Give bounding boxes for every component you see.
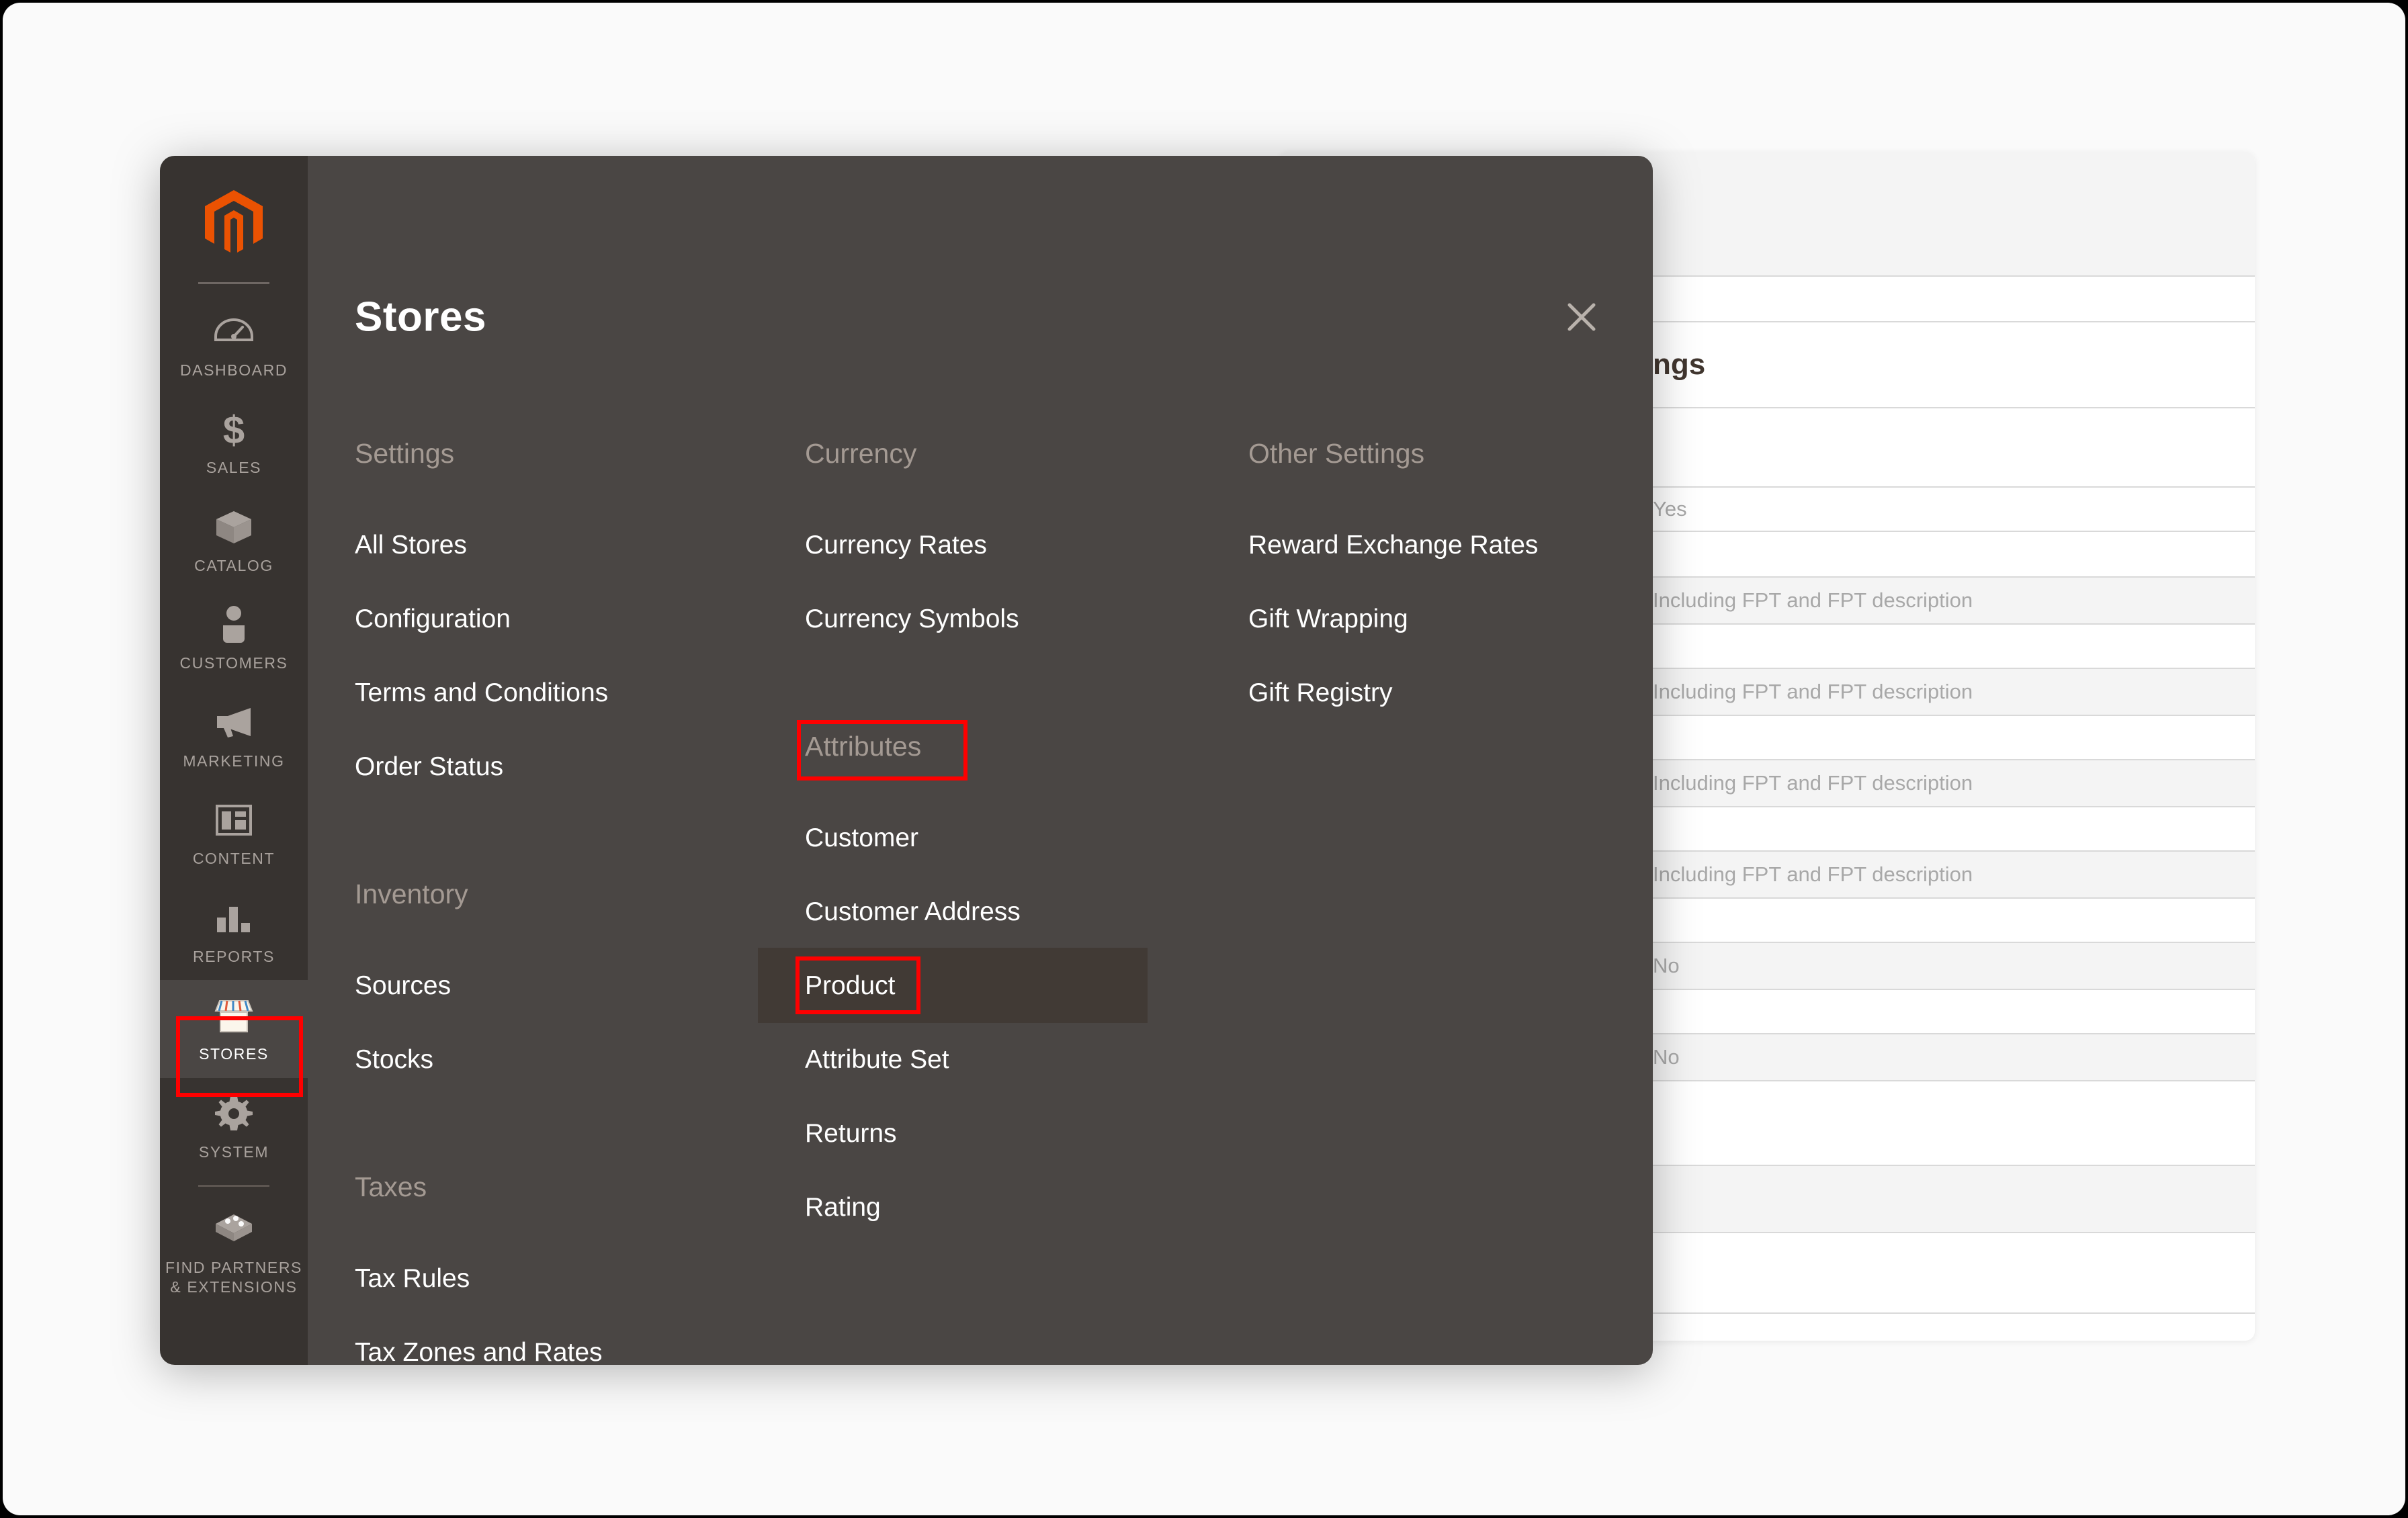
table-cell-value: Including FPT and FPT description: [1653, 771, 1973, 795]
sidebar-item-find-partners-extensions[interactable]: FIND PARTNERS & EXTENSIONS: [160, 1194, 308, 1311]
menu-item[interactable]: Tax Rules: [355, 1241, 758, 1315]
sidebar-item-label: REPORTS: [193, 947, 275, 965]
menu-item[interactable]: Rating: [805, 1170, 1221, 1244]
sidebar-item-label: STORES: [199, 1045, 269, 1063]
megaphone-icon: [212, 702, 256, 744]
menu-link-reward-exchange-rates[interactable]: Reward Exchange Rates: [1248, 532, 1538, 558]
gauge-icon: [212, 311, 256, 353]
menu-link-customer[interactable]: Customer: [805, 825, 918, 851]
storefront-icon: [212, 995, 256, 1036]
menu-group-heading: Attributes: [805, 731, 922, 762]
menu-column-other-settings: Other Settings Reward Exchange Rates Gift …: [1248, 438, 1651, 729]
menu-item[interactable]: Customer: [805, 801, 1221, 875]
menu-link-order-status[interactable]: Order Status: [355, 754, 503, 780]
sidebar-item-marketing[interactable]: MARKETING: [160, 687, 308, 785]
sidebar-item-customers[interactable]: CUSTOMERS: [160, 589, 308, 686]
menu-link-configuration[interactable]: Configuration: [355, 606, 511, 632]
menu-link-tax-zones-and-rates[interactable]: Tax Zones and Rates: [355, 1339, 603, 1366]
table-cell-value: No: [1653, 954, 1680, 977]
menu-group-heading: Other Settings: [1248, 438, 1425, 469]
menu-item[interactable]: Configuration: [355, 582, 758, 656]
stores-menu-panel: Stores Settings All Stores Configuration Te…: [308, 156, 1653, 1365]
menu-item[interactable]: All Stores: [355, 508, 758, 582]
menu-item[interactable]: Product: [758, 948, 1221, 1023]
page-title: Stores: [355, 294, 486, 341]
menu-column-settings: Settings All Stores Configuration Terms and…: [355, 438, 758, 1365]
menu-item[interactable]: Sources: [355, 948, 758, 1022]
table-cell-value: Yes: [1653, 497, 1687, 521]
menu-item[interactable]: Attribute Set: [805, 1022, 1221, 1096]
menu-link-terms-and-conditions[interactable]: Terms and Conditions: [355, 680, 608, 706]
magento-logo[interactable]: [160, 163, 308, 282]
table-cell-value: Including FPT and FPT description: [1653, 680, 1973, 703]
sidebar-item-label: SALES: [206, 459, 262, 477]
menu-item[interactable]: Order Status: [355, 729, 758, 803]
menu-item[interactable]: Currency Rates: [805, 508, 1221, 582]
menu-group-heading: Taxes: [355, 1171, 427, 1202]
menu-group-gap: [355, 803, 758, 879]
table-cell-value: Including FPT and FPT description: [1653, 588, 1973, 612]
layout-icon: [212, 799, 256, 841]
dollar-icon: $: [212, 408, 256, 450]
menu-item[interactable]: Terms and Conditions: [355, 656, 758, 729]
menu-link-attribute-set[interactable]: Attribute Set: [805, 1046, 949, 1073]
box-icon: [212, 506, 256, 548]
sidebar-item-system[interactable]: SYSTEM: [160, 1078, 308, 1175]
menu-link-customer-address[interactable]: Customer Address: [805, 899, 1021, 925]
menu-link-product[interactable]: Product: [805, 973, 895, 999]
bar-chart-icon: [212, 897, 256, 939]
menu-item[interactable]: Gift Registry: [1248, 656, 1651, 729]
admin-sidebar: DASHBOARD $ SALES CATALOG CUSTOMERS MARKETING…: [160, 156, 308, 1365]
menu-item[interactable]: Currency Symbols: [805, 582, 1221, 656]
sidebar-item-reports[interactable]: REPORTS: [160, 883, 308, 980]
sidebar-item-label: FIND PARTNERS & EXTENSIONS: [165, 1258, 302, 1296]
stores-menu-modal: DASHBOARD $ SALES CATALOG CUSTOMERS MARKETING…: [160, 156, 1653, 1365]
menu-link-stocks[interactable]: Stocks: [355, 1046, 433, 1073]
sidebar-item-label: CUSTOMERS: [179, 654, 288, 672]
table-cell-value: ngs: [1653, 348, 1706, 381]
sidebar-item-label: SYSTEM: [198, 1143, 269, 1161]
sidebar-item-stores[interactable]: STORES: [160, 980, 308, 1078]
page-surface: ngs Yes Including FPT and FPT description I…: [3, 3, 2405, 1515]
menu-group-gap: [355, 1096, 758, 1171]
screenshot-root: ngs Yes Including FPT and FPT description I…: [0, 0, 2408, 1518]
menu-item[interactable]: Stocks: [355, 1022, 758, 1096]
menu-link-rating[interactable]: Rating: [805, 1194, 881, 1220]
sidebar-item-label: DASHBOARD: [179, 361, 288, 379]
close-icon[interactable]: [1557, 293, 1606, 341]
menu-group-heading: Settings: [355, 438, 455, 469]
menu-group-heading: Currency: [805, 438, 917, 469]
sidebar-item-catalog[interactable]: CATALOG: [160, 492, 308, 589]
sidebar-item-dashboard[interactable]: DASHBOARD: [160, 296, 308, 394]
menu-column-currency: Currency Currency Rates Currency Symbols At…: [758, 438, 1221, 1244]
person-icon: [212, 604, 256, 645]
extension-icon: [212, 1208, 256, 1250]
gear-icon: [212, 1093, 256, 1134]
table-cell-value: No: [1653, 1045, 1680, 1069]
menu-group-heading: Inventory: [355, 879, 468, 909]
menu-item[interactable]: Customer Address: [805, 875, 1221, 948]
table-cell-value: Including FPT and FPT description: [1653, 862, 1973, 886]
menu-item[interactable]: Reward Exchange Rates: [1248, 508, 1651, 582]
menu-item[interactable]: Gift Wrapping: [1248, 582, 1651, 656]
menu-link-currency-rates[interactable]: Currency Rates: [805, 532, 987, 558]
sidebar-item-label: CONTENT: [192, 850, 275, 868]
menu-link-gift-wrapping[interactable]: Gift Wrapping: [1248, 606, 1408, 632]
sidebar-item-label: MARKETING: [183, 752, 285, 770]
sidebar-item-content[interactable]: CONTENT: [160, 785, 308, 882]
menu-link-sources[interactable]: Sources: [355, 973, 451, 999]
menu-group-gap: [805, 656, 1221, 731]
menu-item[interactable]: Returns: [805, 1096, 1221, 1170]
sidebar-item-label: CATALOG: [194, 556, 273, 574]
sidebar-item-sales[interactable]: $ SALES: [160, 394, 308, 491]
sidebar-divider-bottom: [198, 1184, 269, 1187]
menu-item[interactable]: Tax Zones and Rates: [355, 1315, 758, 1366]
sidebar-divider-top: [198, 282, 269, 284]
menu-link-all-stores[interactable]: All Stores: [355, 532, 467, 558]
svg-text:$: $: [223, 408, 245, 450]
menu-link-currency-symbols[interactable]: Currency Symbols: [805, 606, 1019, 632]
menu-link-tax-rules[interactable]: Tax Rules: [355, 1265, 470, 1292]
menu-link-returns[interactable]: Returns: [805, 1120, 897, 1147]
menu-link-gift-registry[interactable]: Gift Registry: [1248, 680, 1393, 706]
